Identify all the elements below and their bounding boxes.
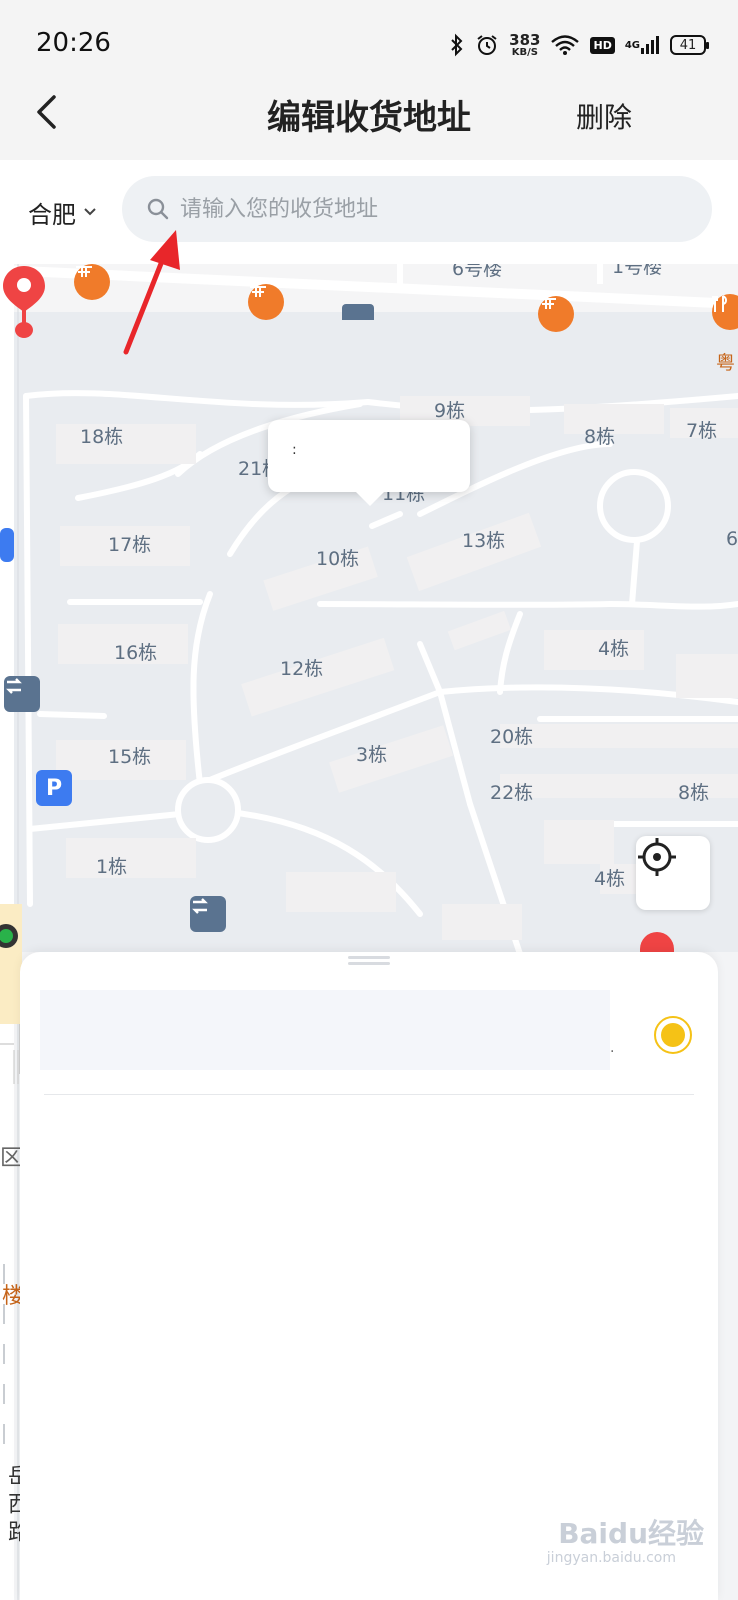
battery-icon: 41: [670, 35, 709, 55]
map-label: 1号楼: [612, 264, 663, 278]
crosshair-icon: [638, 838, 676, 876]
net-speed-value: 383: [509, 30, 541, 49]
search-row: 合肥: [0, 160, 738, 264]
map-label: 4栋: [594, 868, 626, 890]
address-text-block: [40, 990, 610, 1070]
restaurant-poi-icon[interactable]: [74, 264, 110, 300]
map-label: 17栋: [108, 534, 152, 556]
status-icons: 383 KB/S HD 4G 41: [449, 28, 709, 62]
delete-button[interactable]: 删除: [576, 96, 632, 136]
address-option[interactable]: .: [20, 980, 718, 1076]
map-marker-icon[interactable]: [0, 528, 14, 562]
wifi-icon: [550, 34, 580, 56]
restaurant-poi-icon[interactable]: [248, 284, 284, 320]
signal-icon: 4G: [625, 35, 660, 55]
map-label: 16栋: [114, 642, 158, 664]
map-label: 3栋: [356, 744, 388, 766]
map-label: 4栋: [598, 638, 630, 660]
map-label: 1栋: [96, 856, 128, 878]
map-label: 6号楼: [452, 264, 503, 280]
selected-radio[interactable]: [654, 1016, 692, 1054]
poi-text: 粤: [716, 352, 736, 374]
signal-label: 4G: [624, 39, 640, 51]
search-box[interactable]: [122, 176, 712, 242]
map-label: 8栋: [678, 782, 710, 804]
address-sheet: .: [20, 952, 718, 1600]
restaurant-poi-icon[interactable]: [538, 296, 574, 332]
address-suffix: .: [610, 1040, 615, 1056]
search-icon: [147, 198, 169, 220]
net-speed-unit: KB/S: [511, 46, 538, 58]
chevron-down-icon: [84, 208, 96, 216]
bus-stop-icon[interactable]: [4, 676, 40, 712]
status-time: 20:26: [36, 28, 111, 58]
bus-stop-icon[interactable]: [190, 896, 226, 932]
map-label: 9栋: [434, 400, 466, 422]
city-selector[interactable]: 合肥: [28, 190, 96, 234]
locate-me-button[interactable]: [636, 836, 710, 910]
location-bubble: :: [268, 420, 470, 506]
network-speed: 383 KB/S: [509, 30, 541, 58]
map-label: 18栋: [80, 426, 124, 448]
watermark-url: jingyan.baidu.com: [546, 1550, 676, 1566]
header: 编辑收货地址 删除: [0, 88, 738, 160]
bluetooth-icon: [449, 33, 465, 57]
map-label: 15栋: [108, 746, 152, 768]
alarm-icon: [475, 33, 499, 57]
location-pin-icon[interactable]: [0, 264, 48, 340]
hd-badge: HD: [590, 36, 615, 54]
divider: [44, 1094, 694, 1095]
map-label: 12栋: [280, 658, 324, 680]
annotation-arrow-icon: [123, 230, 180, 355]
sheet-drag-handle[interactable]: [348, 956, 390, 966]
bubble-text: :: [292, 442, 297, 458]
map-label: 22栋: [490, 782, 534, 804]
status-bar: 20:26 383 KB/S HD 4G 41: [0, 0, 738, 88]
search-input[interactable]: [180, 196, 660, 222]
bus-poi-icon[interactable]: [342, 304, 374, 320]
map-label: 10栋: [316, 548, 360, 570]
city-label: 合肥: [28, 200, 76, 229]
map-label: 13栋: [462, 530, 506, 552]
watermark-logo: Baidu经验: [558, 1517, 704, 1550]
parking-icon[interactable]: P: [36, 770, 72, 806]
map-label: 20栋: [490, 726, 534, 748]
battery-level: 41: [679, 37, 697, 53]
district-label: 区: [0, 1146, 23, 1171]
map-label: 8栋: [584, 426, 616, 448]
map-label: 6: [726, 528, 738, 550]
map-label: 7栋: [686, 420, 718, 442]
